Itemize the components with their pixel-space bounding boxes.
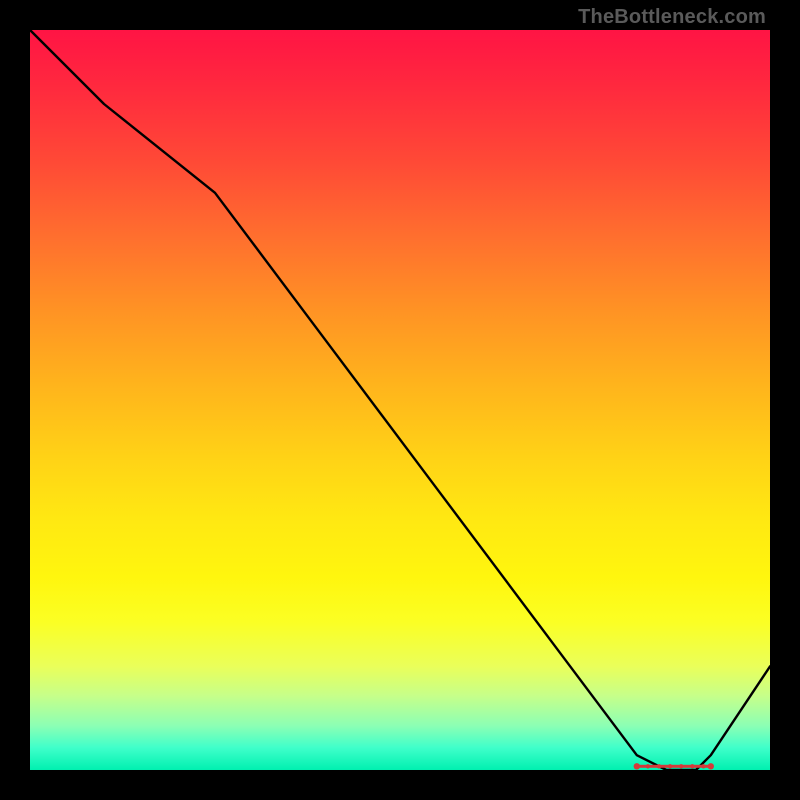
curve-line: [30, 30, 770, 770]
chart-svg: [30, 30, 770, 770]
watermark-label: TheBottleneck.com: [578, 6, 766, 29]
